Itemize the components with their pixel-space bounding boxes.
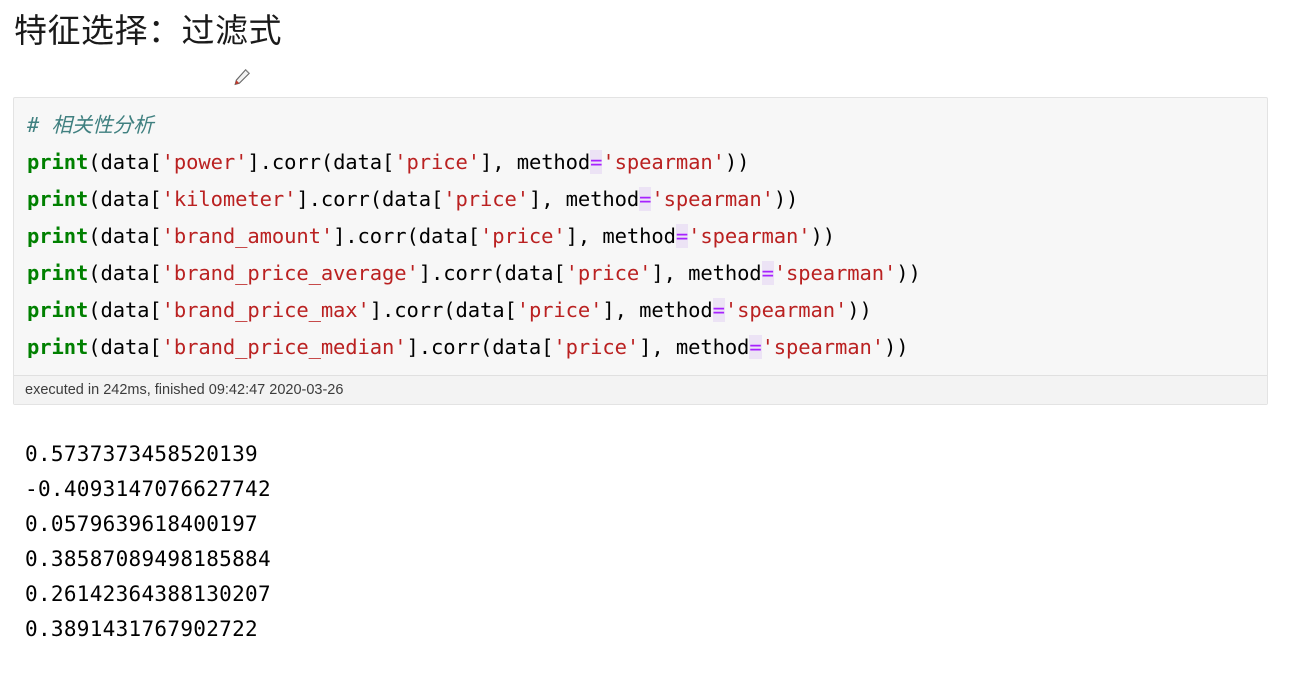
code-token-str: 'spearman' (724, 298, 848, 322)
code-token-str: 'brand_price_max' (161, 298, 370, 322)
code-token-str: 'spearman' (651, 187, 774, 211)
code-token-plain: (data[ (88, 224, 162, 248)
code-line[interactable]: print(data['brand_price_average'].corr(d… (14, 255, 1267, 292)
code-token-op: = (761, 261, 774, 285)
code-token-plain: ], method (602, 298, 713, 322)
code-token-plain: )) (773, 187, 799, 211)
code-token-str: 'spearman' (602, 150, 725, 174)
code-token-plain: ].corr(data[ (296, 187, 444, 211)
code-token-op: = (675, 224, 689, 248)
notebook-cell[interactable]: # 相关性分析 print(data['power'].corr(data['pr… (13, 97, 1268, 405)
code-token-fn: print (27, 224, 89, 248)
code-token-plain: ].corr(data[ (369, 298, 517, 322)
code-token-plain: )) (847, 298, 872, 322)
pen-cursor-icon (233, 68, 251, 86)
code-line[interactable]: print(data['brand_price_median'].corr(da… (14, 329, 1267, 366)
code-token-str: 'price' (553, 335, 640, 359)
code-line[interactable]: print(data['brand_price_max'].corr(data[… (14, 292, 1267, 329)
code-line[interactable]: # 相关性分析 (14, 107, 1267, 144)
code-token-str: 'spearman' (688, 224, 811, 248)
code-token-str: 'spearman' (773, 261, 897, 285)
code-token-str: 'spearman' (761, 335, 885, 359)
output-line: 0.26142364388130207 (25, 582, 271, 606)
code-editor[interactable]: # 相关性分析 print(data['power'].corr(data['pr… (14, 98, 1267, 375)
code-line[interactable]: print(data['kilometer'].corr(data['price… (14, 181, 1267, 218)
code-token-str: 'price' (394, 150, 480, 174)
code-token-plain: (data[ (88, 261, 162, 285)
output-line: 0.38587089498185884 (25, 547, 271, 571)
code-token-str: 'price' (443, 187, 529, 211)
code-token-fn: print (27, 298, 89, 322)
code-token-plain: (data[ (88, 335, 162, 359)
code-token-plain: )) (810, 224, 836, 248)
code-token-fn: print (27, 150, 89, 174)
code-token-plain: ], method (639, 335, 750, 359)
code-token-str: 'brand_amount' (161, 224, 334, 248)
output-line: 0.5737373458520139 (25, 442, 258, 466)
code-token-str: 'price' (479, 224, 566, 248)
code-token-plain: ], method (565, 224, 676, 248)
code-token-plain: ].corr(data[ (333, 224, 480, 248)
code-line[interactable]: print(data['brand_amount'].corr(data['pr… (14, 218, 1267, 255)
output-line: -0.4093147076627742 (25, 477, 271, 501)
output-line: 0.3891431767902722 (25, 617, 258, 641)
code-token-fn: print (27, 335, 89, 359)
code-token-op: = (590, 150, 603, 174)
code-token-fn: print (27, 187, 89, 211)
code-token-op: = (712, 298, 725, 322)
code-token-str: 'price' (516, 298, 603, 322)
code-token-comment: # 相关性分析 (27, 113, 154, 137)
code-token-plain: ], method (479, 150, 591, 174)
code-token-fn: print (27, 261, 89, 285)
code-token-op: = (749, 335, 762, 359)
code-token-plain: ].corr(data[ (406, 335, 554, 359)
code-token-str: 'price' (565, 261, 652, 285)
code-token-str: 'kilometer' (161, 187, 297, 211)
code-token-str: 'brand_price_median' (161, 335, 407, 359)
output-line: 0.0579639618400197 (25, 512, 258, 536)
code-token-str: 'power' (161, 150, 248, 174)
code-token-plain: ], method (528, 187, 640, 211)
code-token-str: 'brand_price_average' (161, 261, 419, 285)
code-token-plain: )) (883, 335, 909, 359)
code-token-plain: (data[ (88, 187, 162, 211)
code-token-plain: ].corr(data[ (247, 150, 395, 174)
code-token-plain: ], method (651, 261, 762, 285)
code-token-plain: (data[ (88, 298, 162, 322)
code-token-op: = (639, 187, 652, 211)
execution-status-bar: executed in 242ms, finished 09:42:47 202… (14, 375, 1267, 404)
code-line[interactable]: print(data['power'].corr(data['price'], … (14, 144, 1267, 181)
cell-output-area: 0.5737373458520139 -0.4093147076627742 0.0… (25, 437, 1025, 647)
code-token-plain: (data[ (88, 150, 162, 174)
code-token-plain: )) (724, 150, 750, 174)
code-token-plain: )) (896, 261, 921, 285)
page-title: 特征选择：过滤式 (14, 11, 282, 50)
code-token-plain: ].corr(data[ (418, 261, 566, 285)
